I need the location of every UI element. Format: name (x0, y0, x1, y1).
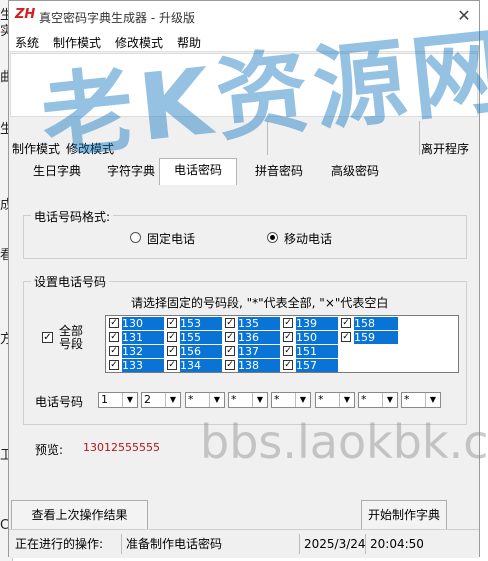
prefix-checkbox[interactable]: ✓ (283, 360, 293, 370)
status-message: 准备制作电话密码 (121, 534, 297, 554)
prefix-label: 155 (180, 331, 222, 344)
prefix-item[interactable]: ✓ 134 (166, 359, 224, 372)
fixed-phone-label[interactable]: 固定电话 (147, 230, 195, 247)
prefix-checkbox[interactable]: ✓ (167, 318, 177, 328)
mobile-phone-label[interactable]: 移动电话 (284, 230, 332, 247)
phone-format-label: 电话号码格式: (31, 208, 114, 225)
prefix-checkbox[interactable]: ✓ (109, 318, 119, 328)
prefix-item[interactable]: ✓ 136 (224, 331, 282, 344)
prefix-item[interactable]: ✓ 153 (166, 317, 224, 330)
prefix-checkbox[interactable]: ✓ (341, 318, 351, 328)
tab-pinyin[interactable]: 拼音密码 (249, 160, 309, 182)
digit-select[interactable]: 2 ▼ (141, 392, 181, 408)
prefix-checkbox[interactable]: ✓ (167, 332, 177, 342)
chevron-down-icon: ▼ (425, 393, 440, 407)
prefix-label: 133 (122, 359, 164, 372)
chevron-down-icon: ▼ (339, 393, 354, 407)
prefix-label: 157 (296, 359, 338, 372)
digit-select[interactable]: * ▼ (315, 392, 355, 408)
prefix-label: 130 (122, 317, 164, 330)
prefix-item[interactable]: ✓ 137 (224, 345, 282, 358)
phone-number-label: 电话号码 (35, 395, 84, 409)
prefix-item[interactable]: ✓ 156 (166, 345, 224, 358)
digit-select[interactable]: * ▼ (228, 392, 268, 408)
prefix-checkbox[interactable]: ✓ (167, 346, 177, 356)
prefix-item[interactable]: ✓ 158 (340, 317, 398, 330)
start-button[interactable]: 开始制作字典 (361, 500, 447, 530)
prefix-checkbox[interactable]: ✓ (167, 360, 177, 370)
prefix-label: 132 (122, 345, 164, 358)
digit-select[interactable]: * ▼ (358, 392, 398, 408)
prefix-item[interactable]: ✓ 157 (282, 359, 340, 372)
chevron-down-icon: ▼ (382, 393, 397, 407)
exit-button[interactable]: 离开程序 (421, 140, 469, 157)
status-bar: 正在进行的操作: 准备制作电话密码 2025/3/24 20:04:50 (9, 529, 479, 558)
prefix-checkbox[interactable]: ✓ (283, 346, 293, 356)
preview-label: 预览: (35, 443, 64, 457)
prefix-item[interactable]: ✓ 150 (282, 331, 340, 344)
chevron-down-icon: ▼ (252, 393, 267, 407)
digit-select[interactable]: * ▼ (271, 392, 311, 408)
prefix-label: 159 (354, 331, 398, 344)
prefix-label: 135 (238, 317, 280, 330)
select-all-checkbox[interactable]: ✓ (42, 332, 53, 343)
prefix-checkbox[interactable]: ✓ (109, 360, 119, 370)
prefix-item[interactable]: ✓ 131 (108, 331, 166, 344)
prefix-item[interactable]: ✓ 130 (108, 317, 166, 330)
prefix-label: 138 (238, 359, 280, 372)
prefix-label: 136 (238, 331, 280, 344)
prefix-checkbox[interactable]: ✓ (225, 360, 235, 370)
prefix-label: 156 (180, 345, 222, 358)
prefix-item[interactable]: ✓ 155 (166, 331, 224, 344)
set-number-label: 设置电话号码 (31, 273, 110, 290)
prefix-label: 158 (354, 317, 398, 330)
fixed-phone-radio[interactable] (130, 232, 141, 243)
prefix-checkbox[interactable]: ✓ (109, 332, 119, 342)
prefix-checkbox[interactable]: ✓ (225, 332, 235, 342)
prefix-hint: 请选择固定的号码段, "*"代表全部, "×"代表空白 (131, 296, 389, 310)
prefix-label: 131 (122, 331, 164, 344)
prefix-item[interactable]: ✓ 159 (340, 331, 398, 344)
status-date: 2025/3/24 (299, 534, 366, 554)
mobile-phone-radio[interactable] (267, 232, 278, 243)
prefix-list: ✓ 130 ✓ 153 ✓ 135 ✓ 139 ✓ 158 ✓ 131 ✓ 155 ✓ 136 ✓ 150 ✓ 159… (105, 315, 459, 373)
prefix-checkbox[interactable]: ✓ (283, 318, 293, 328)
preview-value: 13012555555 (83, 441, 160, 454)
digit-select[interactable]: 1 ▼ (98, 392, 138, 408)
prefix-item[interactable]: ✓ 135 (224, 317, 282, 330)
digit-select[interactable]: * ▼ (401, 392, 441, 408)
prefix-checkbox[interactable]: ✓ (341, 332, 351, 342)
watermark-site: bbs.laokbk.cn (200, 415, 488, 469)
prefix-checkbox[interactable]: ✓ (283, 332, 293, 342)
app-logo-icon: ZH (15, 7, 36, 22)
prefix-item[interactable]: ✓ 151 (282, 345, 340, 358)
chevron-down-icon: ▼ (165, 393, 180, 407)
prefix-label: 150 (296, 331, 338, 344)
prefix-label: 134 (180, 359, 222, 372)
last-result-button[interactable]: 查看上次操作结果 (11, 500, 148, 530)
status-time: 20:04:50 (365, 534, 461, 554)
digit-select[interactable]: * ▼ (185, 392, 225, 408)
window-title: 真空密码字典生成器 - 升级版 (39, 11, 195, 25)
prefix-item[interactable]: ✓ 133 (108, 359, 166, 372)
chevron-down-icon: ▼ (209, 393, 224, 407)
prefix-item[interactable]: ✓ 132 (108, 345, 166, 358)
prefix-checkbox[interactable]: ✓ (225, 346, 235, 356)
prefix-label: 151 (296, 345, 338, 358)
prefix-item[interactable]: ✓ 139 (282, 317, 340, 330)
prefix-label: 153 (180, 317, 222, 330)
chevron-down-icon: ▼ (122, 393, 137, 407)
prefix-checkbox[interactable]: ✓ (109, 346, 119, 356)
chevron-down-icon: ▼ (295, 393, 310, 407)
tab-advanced[interactable]: 高级密码 (325, 160, 385, 182)
prefix-checkbox[interactable]: ✓ (225, 318, 235, 328)
prefix-item[interactable]: ✓ 138 (224, 359, 282, 372)
prefix-label: 137 (238, 345, 280, 358)
status-label: 正在进行的操作: (15, 537, 104, 551)
select-all-label[interactable]: 全部号段 (59, 325, 85, 351)
prefix-label: 139 (296, 317, 338, 330)
